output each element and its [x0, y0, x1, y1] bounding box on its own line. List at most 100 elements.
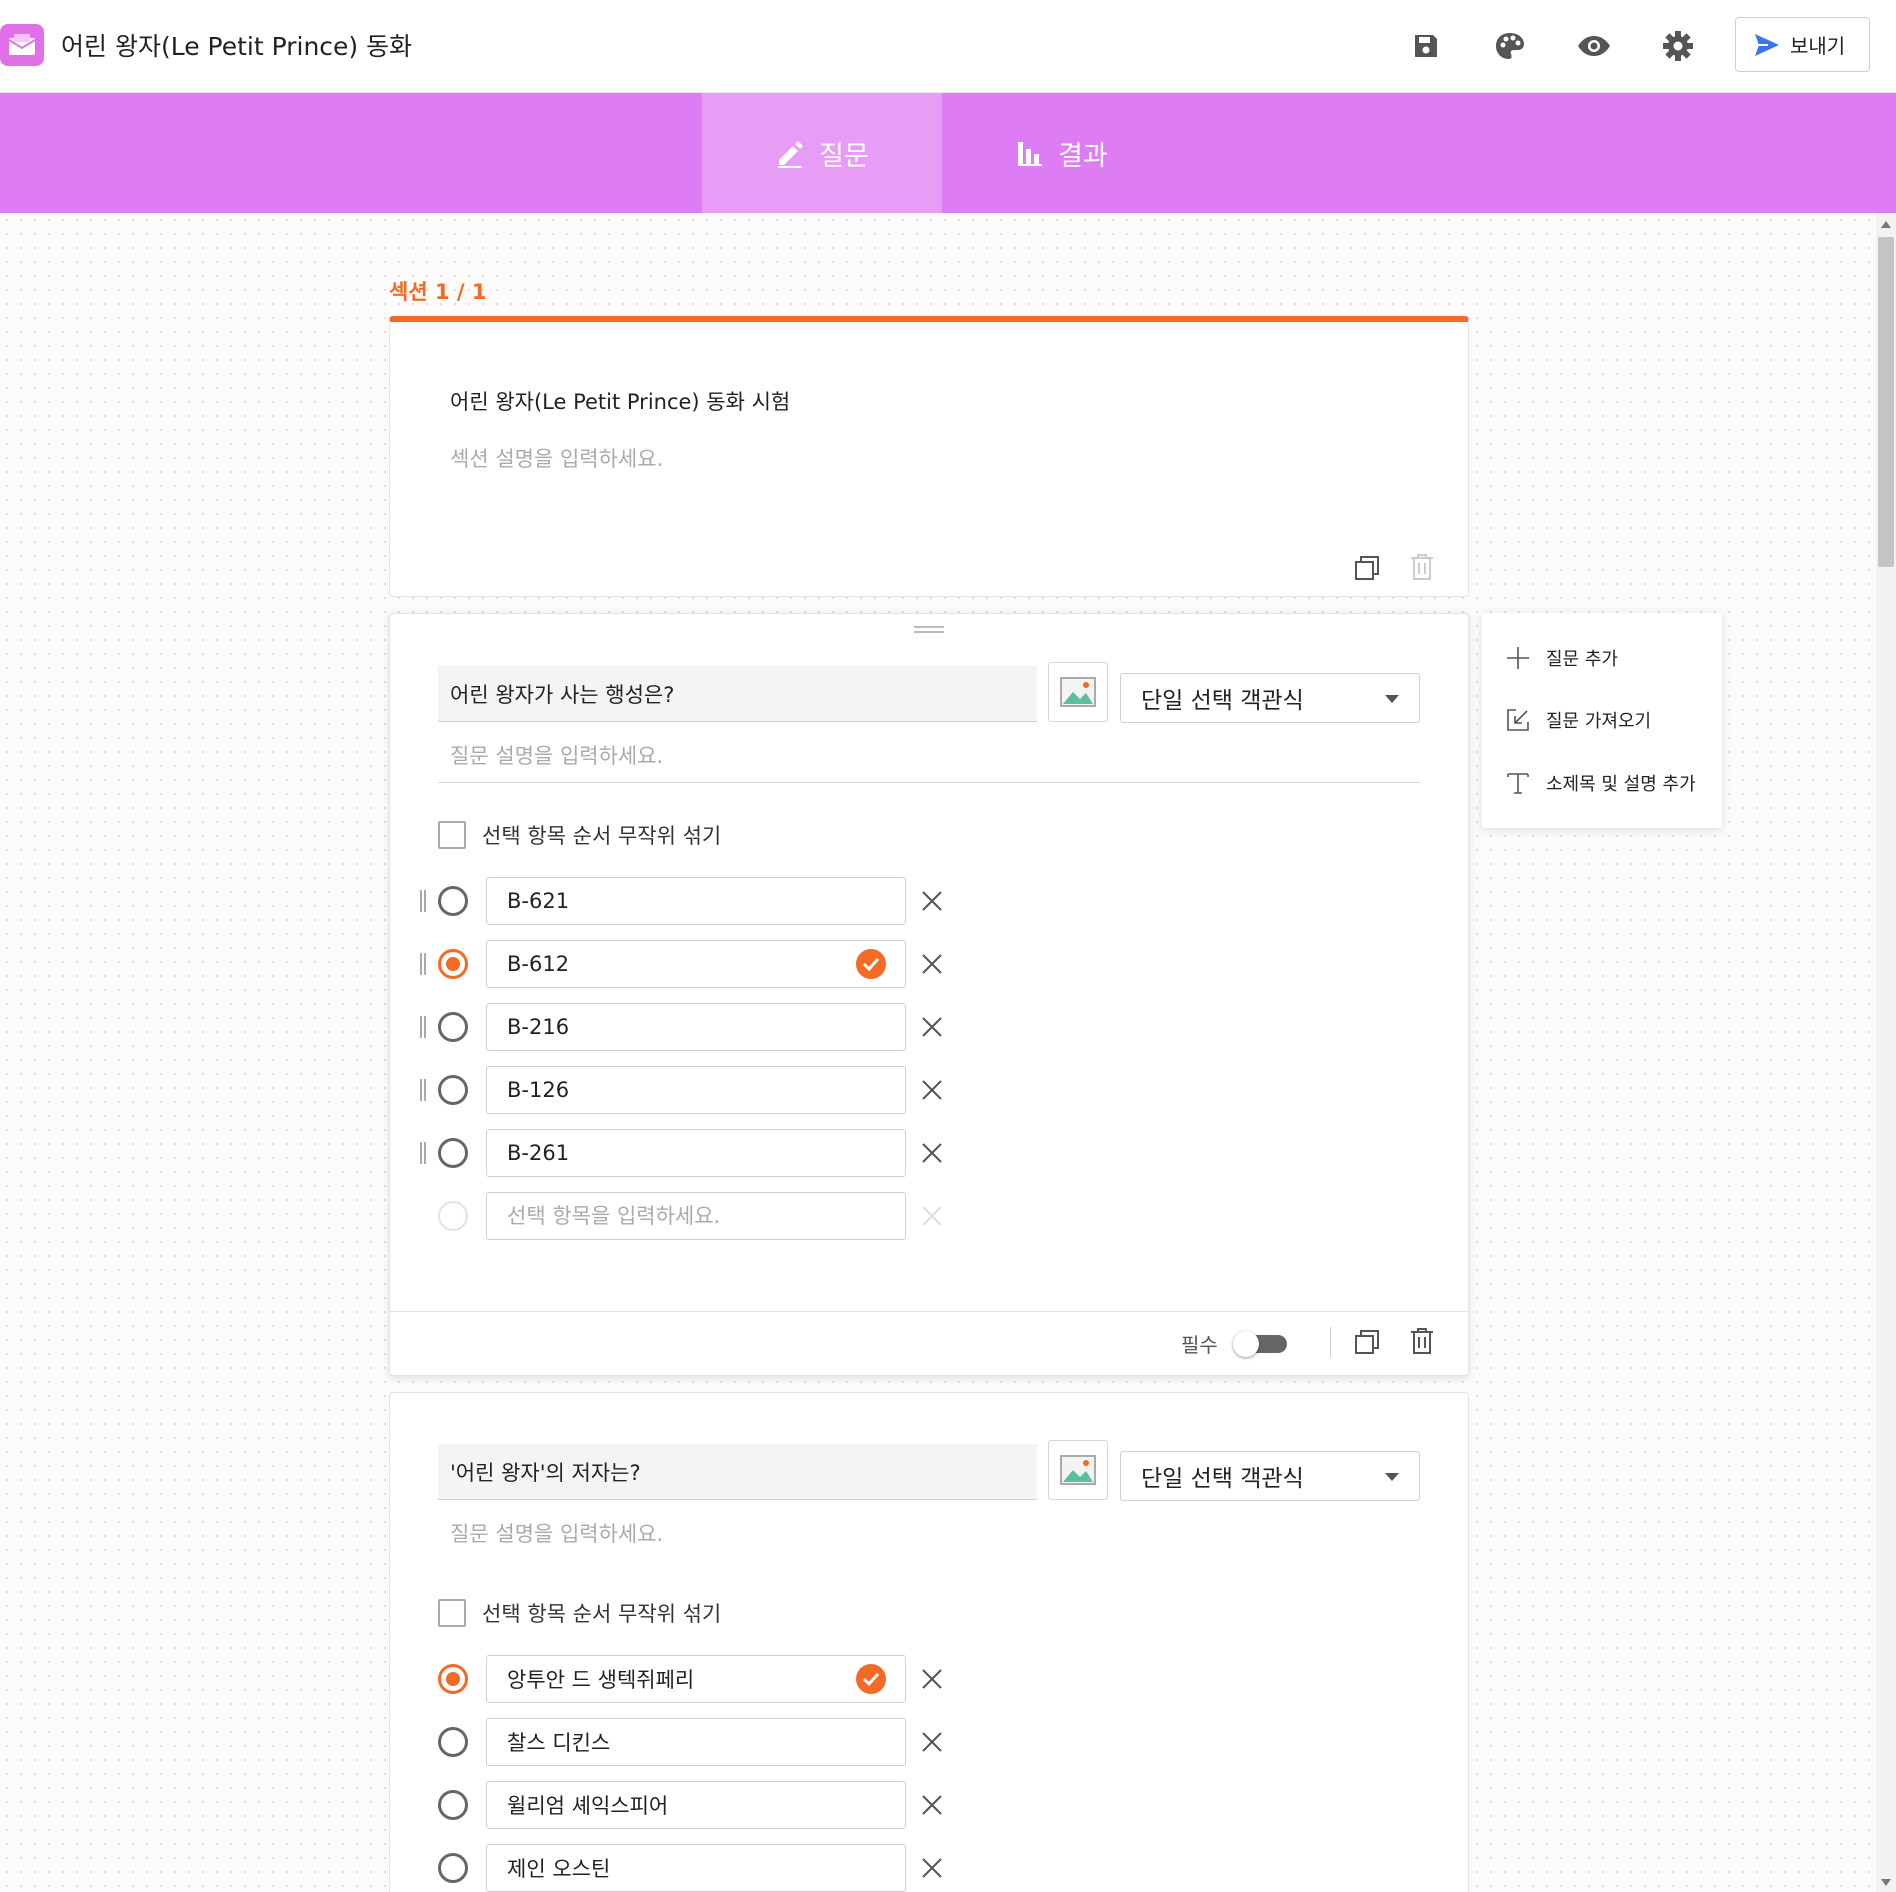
top-bar: 어린 왕자(Le Petit Prince) 동화 보내기	[0, 0, 1896, 93]
pencil-icon	[778, 141, 804, 168]
close-icon[interactable]	[920, 952, 944, 976]
tab-questions[interactable]: 질문	[702, 93, 942, 213]
new-option-row	[420, 1192, 960, 1240]
correct-answer-check-icon[interactable]	[856, 1664, 886, 1694]
close-icon[interactable]	[920, 1793, 944, 1817]
option-radio[interactable]	[438, 1727, 468, 1757]
option-input[interactable]	[486, 1655, 906, 1703]
question-type-value: 단일 선택 객관식	[1141, 1466, 1304, 1492]
tab-bar: 질문 결과	[0, 93, 1896, 213]
option-radio-selected[interactable]	[438, 949, 468, 979]
close-icon[interactable]	[920, 1856, 944, 1880]
close-icon[interactable]	[920, 889, 944, 913]
plus-icon	[1507, 647, 1529, 669]
gear-icon[interactable]	[1658, 26, 1698, 66]
option-drag-handle-icon[interactable]	[420, 953, 426, 975]
option-radio[interactable]	[438, 1012, 468, 1042]
option-input[interactable]	[486, 940, 906, 988]
option-drag-handle-icon[interactable]	[420, 1079, 426, 1101]
option-input[interactable]	[486, 1718, 906, 1766]
scroll-thumb[interactable]	[1878, 237, 1894, 567]
correct-answer-check-icon[interactable]	[856, 949, 886, 979]
shuffle-label: 선택 항목 순서 무작위 섞기	[482, 1602, 722, 1626]
text-icon	[1507, 773, 1529, 794]
question-type-select[interactable]: 단일 선택 객관식	[1120, 1451, 1420, 1501]
trash-icon[interactable]	[1410, 1327, 1440, 1357]
option-drag-handle-icon[interactable]	[420, 1016, 426, 1038]
required-toggle[interactable]	[1233, 1331, 1289, 1357]
shuffle-checkbox[interactable]	[438, 821, 466, 849]
scroll-up-arrow-icon[interactable]	[1881, 221, 1891, 228]
trash-icon	[1410, 553, 1440, 583]
option-row	[420, 1066, 960, 1114]
send-button-label: 보내기	[1790, 34, 1846, 58]
close-icon[interactable]	[920, 1667, 944, 1691]
document-title[interactable]: 어린 왕자(Le Petit Prince) 동화	[61, 27, 412, 63]
question-title-input[interactable]	[438, 1444, 1037, 1500]
shuffle-checkbox[interactable]	[438, 1599, 466, 1627]
tab-results[interactable]: 결과	[942, 93, 1182, 213]
option-radio[interactable]	[438, 1853, 468, 1883]
add-image-button[interactable]	[1048, 662, 1108, 722]
close-icon[interactable]	[920, 1015, 944, 1039]
close-icon[interactable]	[920, 1730, 944, 1754]
section-label: 섹션 1 / 1	[389, 280, 487, 304]
send-button[interactable]: 보내기	[1735, 17, 1870, 72]
copy-icon[interactable]	[1354, 555, 1384, 585]
option-row	[420, 1718, 960, 1766]
option-radio[interactable]	[438, 1138, 468, 1168]
chevron-down-icon	[1385, 1473, 1399, 1481]
scroll-down-arrow-icon[interactable]	[1881, 1879, 1891, 1886]
option-input[interactable]	[486, 1066, 906, 1114]
footer-divider	[1330, 1327, 1331, 1357]
section-title[interactable]: 어린 왕자(Le Petit Prince) 동화 시험	[450, 386, 790, 416]
shuffle-option[interactable]: 선택 항목 순서 무작위 섞기	[438, 1598, 721, 1628]
option-input[interactable]	[486, 1129, 906, 1177]
option-row	[420, 1781, 960, 1829]
option-radio-selected[interactable]	[438, 1664, 468, 1694]
question-title-input[interactable]	[438, 666, 1037, 722]
section-description-placeholder[interactable]: 섹션 설명을 입력하세요.	[450, 443, 663, 473]
required-label: 필수	[1181, 1333, 1218, 1357]
option-row	[420, 1129, 960, 1177]
option-radio[interactable]	[438, 1075, 468, 1105]
option-input[interactable]	[486, 1844, 906, 1892]
close-icon[interactable]	[920, 1141, 944, 1165]
option-radio-placeholder	[438, 1201, 468, 1231]
drag-handle-icon[interactable]	[914, 626, 944, 633]
eye-icon[interactable]	[1574, 26, 1614, 66]
question-description-placeholder[interactable]: 질문 설명을 입력하세요.	[450, 740, 663, 770]
option-input[interactable]	[486, 1003, 906, 1051]
option-row	[420, 940, 960, 988]
option-radio[interactable]	[438, 1790, 468, 1820]
question-description-placeholder[interactable]: 질문 설명을 입력하세요.	[450, 1518, 663, 1548]
option-input[interactable]	[486, 877, 906, 925]
bar-chart-icon	[1018, 142, 1043, 166]
add-question-button[interactable]: 질문 추가	[1506, 643, 1618, 673]
add-subtitle-label: 소제목 및 설명 추가	[1546, 774, 1696, 795]
question-type-select[interactable]: 단일 선택 객관식	[1120, 673, 1420, 723]
tab-questions-label: 질문	[819, 140, 869, 172]
close-icon[interactable]	[920, 1078, 944, 1102]
section-card: 어린 왕자(Le Petit Prince) 동화 시험 섹션 설명을 입력하세…	[389, 316, 1469, 597]
option-radio[interactable]	[438, 886, 468, 916]
option-input[interactable]	[486, 1781, 906, 1829]
add-subtitle-button[interactable]: 소제목 및 설명 추가	[1506, 768, 1696, 798]
shuffle-label: 선택 항목 순서 무작위 섞기	[482, 824, 722, 848]
import-question-button[interactable]: 질문 가져오기	[1506, 705, 1651, 735]
mail-logo-icon	[0, 24, 44, 66]
import-icon	[1507, 709, 1529, 731]
save-icon[interactable]	[1406, 26, 1446, 66]
copy-icon[interactable]	[1354, 1329, 1384, 1359]
question-card-1: 단일 선택 객관식 질문 설명을 입력하세요. 선택 항목 순서 무작위 섞기	[389, 613, 1469, 1376]
option-drag-handle-icon[interactable]	[420, 1142, 426, 1164]
side-action-menu: 질문 추가 질문 가져오기 소제목 및 설명 추가	[1482, 613, 1722, 828]
scrollbar[interactable]	[1876, 213, 1896, 1892]
palette-icon[interactable]	[1490, 26, 1530, 66]
option-row	[420, 877, 960, 925]
option-drag-handle-icon[interactable]	[420, 890, 426, 912]
shuffle-option[interactable]: 선택 항목 순서 무작위 섞기	[438, 820, 721, 850]
add-image-button[interactable]	[1048, 1440, 1108, 1500]
new-option-input[interactable]	[486, 1192, 906, 1240]
import-question-label: 질문 가져오기	[1546, 711, 1652, 732]
